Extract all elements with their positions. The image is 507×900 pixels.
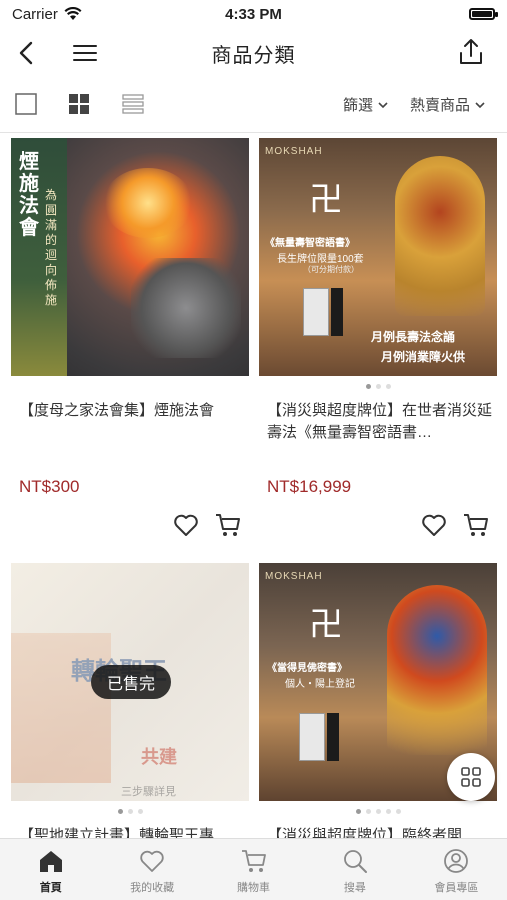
- home-icon: [39, 851, 62, 872]
- tab-search[interactable]: 搜尋: [304, 839, 405, 900]
- tab-member[interactable]: 會員專區: [406, 839, 507, 900]
- product-image[interactable]: 轉輪聖王 共建 三步驟詳見 已售完: [11, 563, 249, 801]
- favorite-heart-icon[interactable]: [420, 511, 448, 539]
- product-image[interactable]: 煙施法會 為圓滿的迴向佈施: [11, 138, 249, 376]
- product-name[interactable]: 【度母之家法會集】煙施法會: [19, 400, 245, 444]
- image-footer: 三步驟詳見: [121, 786, 176, 798]
- nav-bar: 商品分類: [0, 28, 507, 78]
- carrier-label: Carrier: [12, 5, 58, 23]
- carousel-dots: [11, 809, 249, 814]
- product-card[interactable]: 煙施法會 為圓滿的迴向佈施 【度母之家法會集】煙施法會 NT$300: [11, 138, 249, 536]
- image-brand: MOKSHAH: [265, 146, 323, 157]
- image-caption: 為圓滿的迴向佈施: [45, 188, 58, 307]
- symbol-glyph: 卍: [309, 605, 343, 645]
- image-headline: 《當得見佛密書》: [267, 663, 347, 674]
- product-name[interactable]: 【消災與超度牌位】在世者消災延壽法《無量壽智密語書…: [267, 400, 493, 444]
- chevron-down-icon: [378, 101, 388, 108]
- add-to-cart-icon[interactable]: [462, 511, 490, 539]
- bottom-tab-bar: 首頁 我的收藏 購物車 搜尋 會員專區: [0, 838, 507, 900]
- image-sub: 長生牌位限量100套: [277, 254, 364, 265]
- tab-label: 我的收藏: [130, 882, 175, 894]
- heart-icon: [140, 850, 164, 872]
- product-image[interactable]: MOKSHAH 卍 《無量壽智密語書》 長生牌位限量100套 （可分期付款） 月…: [259, 138, 497, 376]
- grid-toggle-button[interactable]: [447, 753, 495, 801]
- page-title: 商品分類: [211, 44, 296, 67]
- symbol-glyph: 卍: [309, 180, 343, 220]
- wifi-icon: [64, 7, 82, 20]
- favorite-heart-icon[interactable]: [172, 511, 200, 539]
- tab-label: 搜尋: [343, 882, 366, 894]
- image-headline: 《無量壽智密語書》: [265, 238, 355, 249]
- list-view-icon[interactable]: [121, 92, 145, 116]
- tab-favorites[interactable]: 我的收藏: [101, 839, 202, 900]
- filter-dropdown[interactable]: 篩選: [343, 94, 389, 115]
- user-icon: [444, 849, 469, 873]
- image-sub: 個人・陽上登記: [285, 679, 355, 690]
- single-view-icon[interactable]: [14, 92, 38, 116]
- sort-label: 熱賣商品: [410, 97, 471, 114]
- sold-out-badge: 已售完: [91, 665, 171, 699]
- image-headline: 煙施法會: [19, 149, 39, 239]
- product-card[interactable]: MOKSHAH 卍 《無量壽智密語書》 長生牌位限量100套 （可分期付款） 月…: [259, 138, 497, 536]
- image-note: （可分期付款）: [303, 265, 359, 274]
- cart-icon: [241, 850, 266, 872]
- tab-label: 首頁: [39, 882, 62, 894]
- status-left: Carrier: [12, 6, 82, 23]
- sort-dropdown[interactable]: 熱賣商品: [410, 94, 486, 115]
- status-bar: Carrier 4:33 PM: [0, 0, 507, 28]
- search-icon: [344, 850, 367, 873]
- add-to-cart-icon[interactable]: [214, 511, 242, 539]
- tab-home[interactable]: 首頁: [0, 839, 101, 900]
- grid-view-icon[interactable]: [67, 92, 91, 116]
- tab-cart[interactable]: 購物車: [203, 839, 304, 900]
- grid-icon: [461, 767, 481, 787]
- battery-icon: [469, 8, 498, 20]
- filter-label: 篩選: [343, 97, 374, 114]
- image-brand: MOKSHAH: [265, 571, 323, 582]
- share-icon[interactable]: [455, 36, 487, 68]
- carousel-dots: [259, 809, 497, 814]
- product-price: NT$16,999: [267, 477, 352, 496]
- image-line2: 月例消業障火供: [381, 350, 466, 364]
- image-line1: 月例長壽法念誦: [371, 330, 456, 344]
- toolbar-divider: [0, 132, 507, 133]
- toolbar: 篩選 熱賣商品: [0, 84, 507, 124]
- tab-label: 購物車: [237, 882, 271, 894]
- carousel-dots: [259, 384, 497, 389]
- product-card[interactable]: 轉輪聖王 共建 三步驟詳見 已售完 【聖地建立計畫】轉輪聖王專: [11, 563, 249, 844]
- chevron-down-icon: [475, 101, 485, 108]
- tab-label: 會員專區: [434, 882, 479, 894]
- image-tag: 共建: [141, 747, 177, 768]
- product-price: NT$300: [19, 477, 80, 496]
